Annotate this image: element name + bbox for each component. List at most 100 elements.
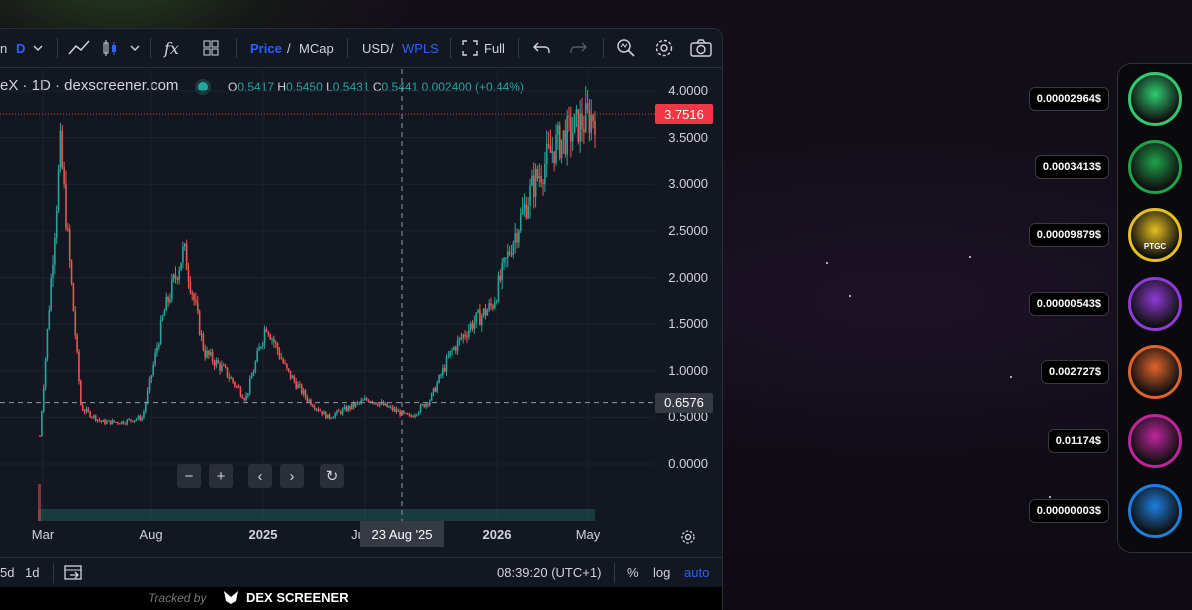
go-to-date-button[interactable] xyxy=(64,563,84,584)
candle-body xyxy=(557,125,559,135)
candle-body xyxy=(274,342,277,344)
time-axis[interactable]: May 2026 Ju 2025 Aug Mar 23 Aug '25 xyxy=(0,521,655,549)
candle-body xyxy=(566,115,568,155)
candle-body xyxy=(183,243,186,247)
candle-body xyxy=(484,308,487,316)
candle-body xyxy=(170,279,173,300)
redo-button[interactable] xyxy=(569,29,587,67)
candle-body xyxy=(295,381,297,389)
range-1d-button[interactable]: 1d xyxy=(25,565,39,580)
candle-body xyxy=(312,405,314,407)
candle-body xyxy=(178,270,181,280)
zoom-out-button[interactable]: − xyxy=(177,464,201,488)
alien-army-avatar[interactable] xyxy=(1128,140,1182,194)
clock-timezone[interactable]: 08:39:20 (UTC+1) xyxy=(497,565,601,580)
candle-body xyxy=(362,400,364,402)
candle-body xyxy=(570,117,572,142)
chart-type-dropdown[interactable] xyxy=(130,29,140,67)
candle-body xyxy=(321,411,323,415)
superhero-avatar[interactable] xyxy=(1128,414,1182,468)
candle-body xyxy=(299,384,301,386)
candle-body xyxy=(113,420,116,423)
candle-body xyxy=(518,230,520,243)
line-chart-button[interactable] xyxy=(67,29,91,67)
interval-d-label: D xyxy=(16,40,26,56)
fx-icon: fx xyxy=(164,38,179,58)
candle-body xyxy=(590,114,593,133)
mcap-toggle[interactable]: MCap xyxy=(299,29,334,67)
candle-body xyxy=(224,365,227,368)
axis-settings-button[interactable] xyxy=(680,527,696,547)
crosshair-price-badge: 0.6576 xyxy=(655,392,713,413)
price-axis[interactable]: 4.0000 3.5000 3.0000 2.5000 2.0000 1.5000 1.00… xyxy=(655,69,722,519)
candle-body xyxy=(189,281,192,293)
layout-button[interactable] xyxy=(202,29,220,67)
candle-body xyxy=(334,413,336,418)
candle-body xyxy=(196,302,199,312)
reset-chart-button[interactable]: ↻ xyxy=(320,464,344,488)
candle-body xyxy=(551,151,554,153)
candle-body xyxy=(48,310,51,330)
candle-body xyxy=(115,422,117,424)
candle-body xyxy=(260,346,262,348)
candle-body xyxy=(573,114,576,133)
indicators-button[interactable]: fx xyxy=(164,29,179,67)
candle-body xyxy=(239,387,242,397)
candle-body xyxy=(386,403,388,408)
s-logo-avatar[interactable] xyxy=(1128,345,1182,399)
candle-body xyxy=(525,204,528,219)
candle-body xyxy=(167,296,169,302)
token-price-pill: 0.0003413$ xyxy=(1034,155,1109,179)
candle-body xyxy=(278,350,281,358)
settings-button[interactable] xyxy=(654,29,674,67)
candle-body xyxy=(336,410,338,414)
blue-helmet-avatar[interactable] xyxy=(1128,484,1182,538)
screenshot-button[interactable] xyxy=(690,29,712,67)
range-5d-button[interactable]: 5d xyxy=(0,565,14,580)
candle-body xyxy=(571,132,574,142)
calendar-arrow-icon xyxy=(64,565,82,580)
candle-body xyxy=(313,406,316,410)
ptgc-alien-avatar[interactable]: PTGC xyxy=(1128,208,1182,262)
candle-body xyxy=(434,387,437,392)
candle-body xyxy=(72,283,75,312)
candle-body xyxy=(215,359,218,366)
interval-partial[interactable]: n xyxy=(0,29,7,67)
bottom-divider xyxy=(53,563,54,583)
log-scale-toggle[interactable]: log xyxy=(653,565,670,580)
candle-body xyxy=(393,408,396,411)
candle-body xyxy=(191,292,194,295)
interval-dropdown[interactable] xyxy=(33,29,43,67)
candle-body xyxy=(441,368,444,376)
candles-button[interactable] xyxy=(100,29,120,67)
undo-button[interactable] xyxy=(533,29,551,67)
usd-toggle[interactable]: USD xyxy=(362,29,389,67)
price-chart-plot[interactable] xyxy=(0,69,655,521)
ufo-avatar[interactable] xyxy=(1128,277,1182,331)
toolbar-divider xyxy=(603,38,604,58)
candle-body xyxy=(235,386,238,388)
ptgc-text: PTGC xyxy=(1143,242,1167,251)
alien-green-avatar[interactable] xyxy=(1128,72,1182,126)
zoom-search-button[interactable] xyxy=(616,29,636,67)
candle-body xyxy=(529,185,531,206)
candle-body xyxy=(165,296,168,312)
wpls-toggle[interactable]: WPLS xyxy=(402,29,439,67)
candle-body xyxy=(480,315,483,326)
scroll-left-button[interactable]: ‹ xyxy=(248,464,272,488)
candle-body xyxy=(586,103,589,110)
candle-body xyxy=(159,320,162,345)
percent-scale-toggle[interactable]: % xyxy=(627,565,639,580)
candle-body xyxy=(354,402,357,407)
zoom-in-button[interactable]: + xyxy=(209,464,233,488)
fullscreen-button[interactable]: Full xyxy=(462,29,505,67)
auto-scale-toggle[interactable]: auto xyxy=(684,565,709,580)
price-toggle[interactable]: Price xyxy=(250,29,282,67)
scroll-right-button[interactable]: › xyxy=(280,464,304,488)
candle-body xyxy=(126,419,129,424)
candle-body xyxy=(323,411,325,415)
candle-body xyxy=(419,405,422,413)
interval-d-button[interactable]: D xyxy=(16,29,25,67)
candle-body xyxy=(577,109,580,142)
candle-body xyxy=(579,113,581,142)
